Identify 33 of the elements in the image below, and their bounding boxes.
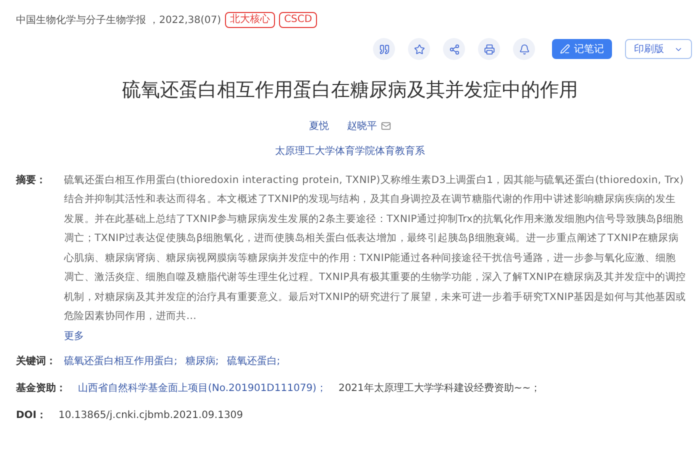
funding-label: 基金资助：: [16, 382, 66, 396]
funding-item: 2021年太原理工大学学科建设经费资助~~；: [338, 382, 541, 396]
share-button[interactable]: [443, 38, 465, 60]
keyword-link[interactable]: 硫氧还蛋白;: [226, 354, 280, 369]
star-icon: [414, 44, 424, 54]
printer-button[interactable]: [478, 38, 500, 60]
abstract-text: 硫氧还蛋白相互作用蛋白(thioredoxin interacting protein, TXNIP)又称维生素D3上调蛋白1，因其能与硫氧还蛋白(thioredoxin, Trx)结合并抑制其活性和表达而得名。本文概述了TXNIP的发现与结构，及其自身调控及在调节糖脂代谢的作用中讲述影响糖尿病疾病的发生发展。并在此基础上总结了TXNIP参与糖尿病发生发展的2条主要途径：TXNIP通过抑制Trx的抗氧化作用来激发细胞内信号导致胰岛β细胞凋亡；TXNIP过表达促使胰岛β细胞氧化，进而使胰岛相关蛋白低表达增加，最终引起胰岛β细胞衰竭。进一步重点阐述了TXNIP在糖尿病心肌病、糖尿病肾病、糖尿病视网膜病等糖尿病并发症中的作用：TXNIP能通过各种间接途径干扰信号通路，进一步参与氧化应激、细胞凋亡、激活炎症、细胞自噬及糖脂代谢等生理生化过程。TXNIP具有极其重要的生物学功能，深入了解TXNIP在糖尿病及其并发症中的调控机制，对糖尿病及其并发症的治疗具有重要意义。最后对TXNIP的研究进行了展望，未来可进一步着手研究TXNIP基因是如何与其他基因或危险因素协同作用，进而共...: [64, 174, 686, 324]
quote-icon: [378, 44, 390, 54]
more-link[interactable]: 更多: [64, 326, 84, 346]
share-icon: [448, 44, 460, 54]
keyword-link[interactable]: 糖尿病;: [185, 354, 219, 369]
mail-icon[interactable]: [381, 121, 391, 131]
journal-name[interactable]: 中国生物化学与分子生物学报 ，2022,38(07): [16, 12, 222, 28]
journal-badge: 北大核心: [225, 12, 276, 28]
bell-button[interactable]: [513, 38, 535, 60]
doi-value: 10.13865/j.cnki.cjbmb.2021.09.1309: [58, 409, 244, 423]
doi-label: DOI：: [16, 409, 47, 423]
bell-icon: [518, 44, 530, 54]
article-title: 硫氧还蛋白相互作用蛋白在糖尿病及其并发症中的作用: [121, 78, 579, 103]
printer-icon: [484, 44, 494, 54]
funding-item[interactable]: 山西省自然科学基金面上项目(No.201901D111079)；: [78, 381, 326, 396]
author-link[interactable]: 赵晓平: [347, 118, 377, 134]
edition-dropdown[interactable]: 印刷版: [625, 39, 692, 59]
quote-button[interactable]: [373, 38, 395, 60]
journal-badge: CSCD: [279, 12, 318, 28]
abstract-label: 摘要：: [16, 173, 47, 188]
affiliation-link[interactable]: 太原理工大学体育学院体育教育系: [0, 144, 700, 158]
pen-icon: [560, 44, 570, 54]
note-button[interactable]: 记笔记: [552, 39, 612, 59]
keywords-label: 关键词：: [16, 354, 56, 369]
star-button[interactable]: [408, 38, 430, 60]
author-link[interactable]: 夏悦: [309, 118, 329, 134]
keyword-link[interactable]: 硫氧还蛋白相互作用蛋白;: [64, 354, 178, 369]
